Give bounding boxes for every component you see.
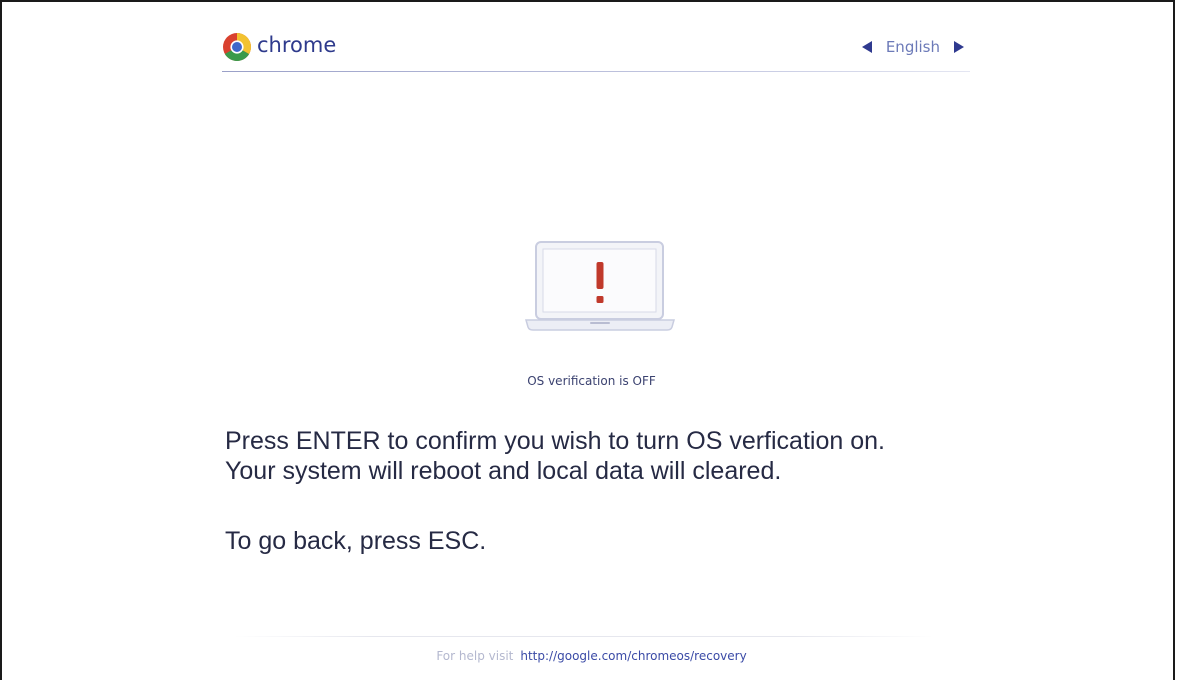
triangle-left-icon[interactable] [860, 39, 874, 55]
help-label: For help visit [436, 649, 514, 663]
instruction-line-2: Your system will reboot and local data w… [225, 457, 782, 485]
header-divider [222, 71, 970, 72]
language-selector[interactable]: English [860, 38, 966, 56]
triangle-right-icon[interactable] [952, 39, 966, 55]
help-link[interactable]: http://google.com/chromeos/recovery [520, 649, 746, 663]
screen-frame: chrome English OS verification is OFF Pr… [0, 0, 1175, 680]
language-label: English [885, 38, 940, 56]
chrome-logo-icon [223, 33, 251, 61]
brand-name: chrome [257, 33, 337, 57]
laptop-warning-icon [525, 241, 675, 331]
verification-status: OS verification is OFF [527, 374, 656, 388]
instruction-line-3: To go back, press ESC. [225, 527, 487, 555]
help-footer: For help visit http://google.com/chromeos… [2, 649, 1179, 663]
footer-divider [234, 636, 934, 637]
header: chrome English [222, 28, 970, 72]
instruction-line-1: Press ENTER to confirm you wish to turn … [225, 427, 885, 455]
brand-logo: chrome [222, 32, 336, 62]
